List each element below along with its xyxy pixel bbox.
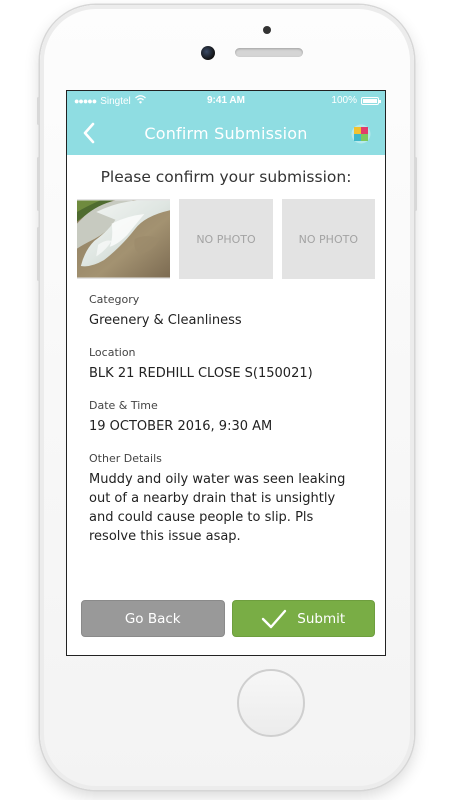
photo-placeholder[interactable]: NO PHOTO xyxy=(179,199,273,279)
other-details-value: Muddy and oily water was seen leaking ou… xyxy=(89,472,346,544)
checkmark-icon xyxy=(262,609,287,628)
earpiece-speaker xyxy=(235,48,303,57)
photo-placeholder[interactable]: NO PHOTO xyxy=(281,199,375,279)
battery-percent: 100% xyxy=(331,95,357,106)
power-button xyxy=(414,157,417,211)
nav-bar: Confirm Submission xyxy=(67,111,385,155)
other-details-label: Other Details xyxy=(89,452,162,465)
app-screen: ●●●●● Singtel 9:41 AM 100% Confirm Submi… xyxy=(66,90,386,656)
drain-photo-image xyxy=(77,200,171,278)
category-value: Greenery & Cleanliness xyxy=(89,313,242,328)
action-buttons: Go Back Submit xyxy=(81,600,375,637)
content: Please confirm your submission: NO PHOTO… xyxy=(67,168,385,546)
go-back-button[interactable]: Go Back xyxy=(81,600,225,637)
front-camera-icon xyxy=(201,46,215,60)
photo-thumbnail[interactable] xyxy=(77,199,171,279)
submit-button[interactable]: Submit xyxy=(231,600,375,637)
datetime-label: Date & Time xyxy=(89,399,158,412)
volume-up-button xyxy=(37,157,40,211)
confirm-heading: Please confirm your submission: xyxy=(100,168,352,186)
status-right: 100% xyxy=(331,95,381,106)
battery-icon xyxy=(361,96,381,105)
proximity-sensor xyxy=(263,26,271,34)
status-bar: ●●●●● Singtel 9:41 AM 100% xyxy=(67,91,385,111)
category-label: Category xyxy=(89,293,140,306)
mute-switch xyxy=(37,97,40,125)
photo-gallery: NO PHOTO NO PHOTO xyxy=(77,199,375,279)
device-mockup: ●●●●● Singtel 9:41 AM 100% Confirm Submi… xyxy=(0,0,467,800)
volume-down-button xyxy=(37,227,40,281)
location-value: BLK 21 REDHILL CLOSE S(150021) xyxy=(89,366,313,381)
datetime-value: 19 OCTOBER 2016, 9:30 AM xyxy=(89,419,273,434)
submit-label: Submit xyxy=(297,610,346,627)
location-label: Location xyxy=(89,346,136,359)
app-logo-icon xyxy=(351,124,371,144)
page-title: Confirm Submission xyxy=(144,124,308,143)
home-button[interactable] xyxy=(237,669,305,737)
submission-details: Category Greenery & Cleanliness Location… xyxy=(77,279,375,546)
go-back-label: Go Back xyxy=(124,610,181,627)
